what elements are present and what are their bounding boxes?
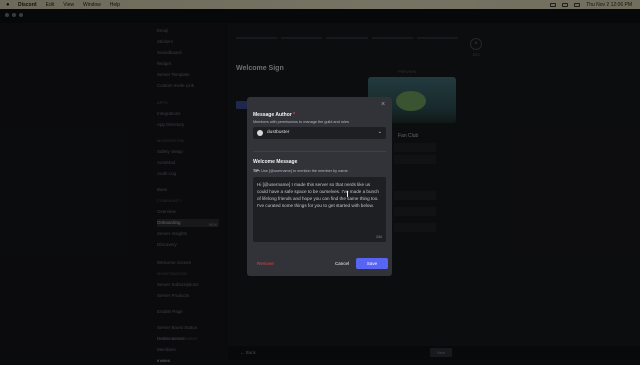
cancel-button[interactable]: Cancel	[335, 261, 349, 266]
message-author-label: Message Author *	[253, 112, 295, 118]
save-button[interactable]: Save	[356, 258, 388, 269]
welcome-message-label: Welcome Message	[253, 159, 298, 165]
chevron-down-icon: ⌄	[377, 129, 382, 135]
tip-text: Use [@username] to mention the member by…	[261, 169, 349, 173]
mention-tip: TIP: Use [@username] to mention the memb…	[253, 169, 349, 173]
message-author-text: Message Author	[253, 112, 292, 118]
character-counter: 244	[376, 235, 382, 239]
welcome-message-textarea[interactable]: Hi [@username] I made this server so tha…	[253, 177, 386, 242]
text-cursor	[347, 191, 348, 197]
avatar	[257, 130, 263, 136]
welcome-message-modal: × Message Author * Members with permissi…	[247, 97, 392, 276]
remove-button[interactable]: Remove	[257, 261, 274, 266]
message-author-description: Members with permissions to manage the g…	[253, 120, 350, 124]
welcome-message-text[interactable]: Hi [@username] I made this server so tha…	[257, 181, 381, 209]
divider	[253, 151, 386, 152]
author-name: dustbuster	[267, 130, 290, 135]
tip-prefix: TIP:	[253, 169, 261, 173]
author-select[interactable]: dustbuster ⌄	[253, 127, 386, 139]
required-asterisk: *	[293, 112, 296, 118]
close-modal-icon[interactable]: ×	[379, 101, 387, 109]
